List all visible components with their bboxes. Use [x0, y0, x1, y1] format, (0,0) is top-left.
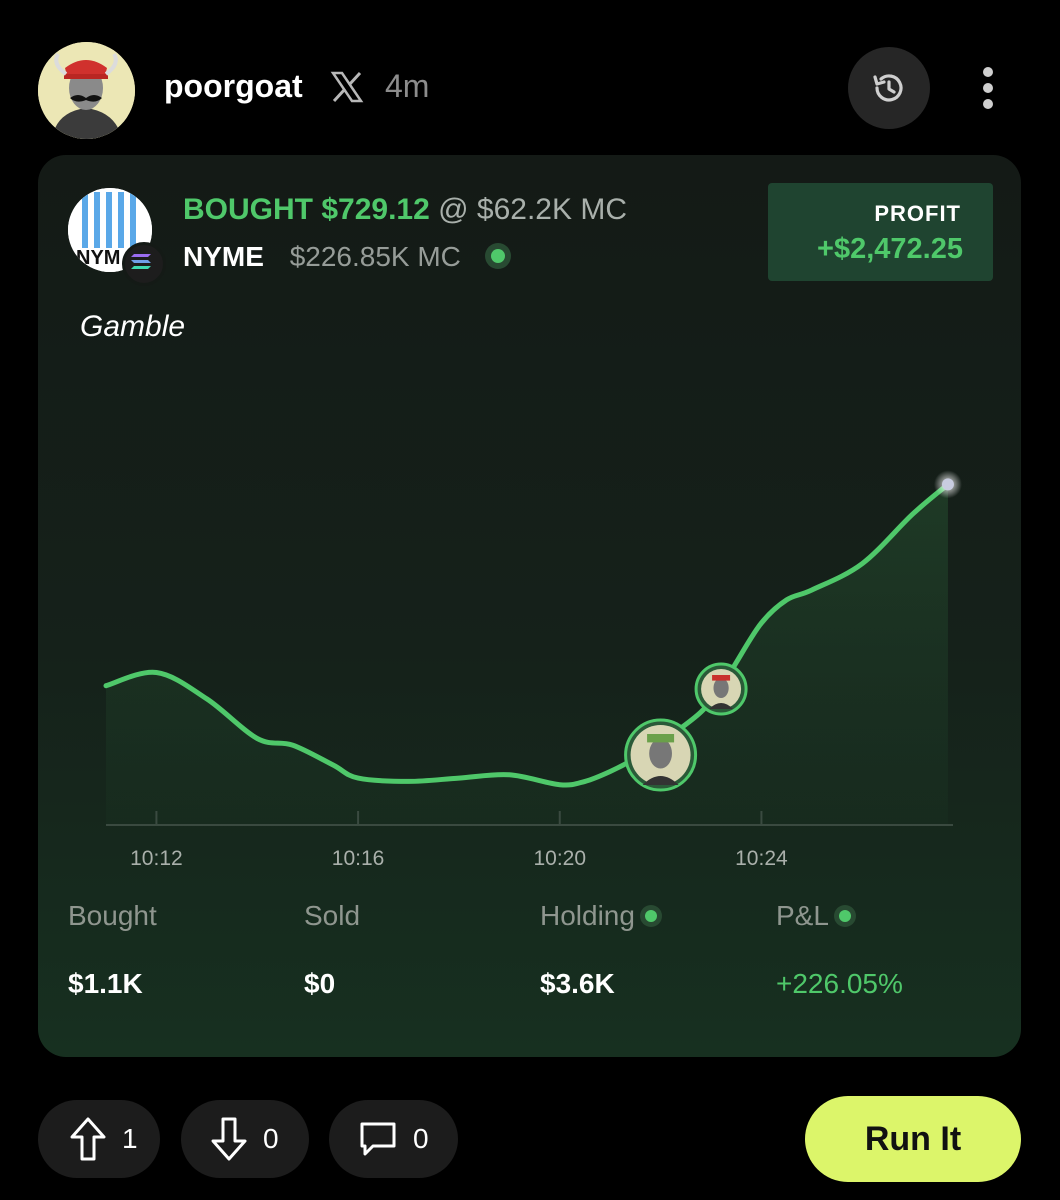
comment-icon — [360, 1122, 396, 1156]
trade-marker-hat — [712, 675, 731, 681]
run-it-button[interactable]: Run It — [805, 1096, 1021, 1182]
post-time: 4m — [385, 68, 430, 104]
stat-holding: Holding $3.6K — [540, 900, 770, 1000]
trade-marker-face — [649, 738, 672, 769]
upvote-count: 1 — [122, 1123, 138, 1154]
x-tick-label: 10:20 — [533, 847, 586, 870]
arrow-up-icon — [70, 1117, 106, 1161]
chart-area-fill — [106, 484, 948, 825]
trade-stats: Bought $1.1K Sold $0 Holding $3.6K P&L +… — [68, 900, 998, 1010]
more-vertical-icon — [983, 67, 993, 109]
trade-marker-hat — [647, 734, 675, 743]
x-tick-label: 10:24 — [735, 847, 788, 870]
user-avatar[interactable] — [38, 42, 135, 139]
x-logo-icon[interactable] — [330, 70, 364, 104]
trade-marker-face — [713, 678, 729, 698]
history-button[interactable] — [848, 47, 930, 129]
status-dot — [644, 909, 657, 922]
downvote-button[interactable]: 0 — [181, 1100, 309, 1178]
x-tick-label: 10:16 — [332, 847, 385, 870]
username[interactable]: poorgoat — [164, 68, 303, 105]
stat-pnl: P&L +226.05% — [776, 900, 1006, 1000]
stat-bought: Bought $1.1K — [68, 900, 298, 1000]
downvote-count: 0 — [263, 1123, 279, 1154]
stat-value: $1.1K — [68, 968, 143, 999]
stat-label: Sold — [304, 900, 361, 931]
line-end-point — [941, 478, 954, 491]
stat-value: $0 — [304, 968, 336, 999]
trade-card[interactable]: NYM BOUGHT $729.12 @ $62.2K MC NYME $226… — [38, 155, 1021, 1057]
arrow-down-icon — [211, 1117, 247, 1161]
post-header: poorgoat 4m — [0, 0, 1060, 150]
stat-value: $3.6K — [540, 968, 615, 999]
more-options-button[interactable] — [968, 60, 1008, 116]
stat-label: P&L — [776, 900, 1006, 932]
stat-sold: Sold $0 — [304, 900, 534, 1000]
x-tick-label: 10:12 — [130, 847, 183, 870]
stat-label: Bought — [68, 900, 157, 931]
status-dot — [838, 909, 851, 922]
history-icon — [873, 74, 903, 102]
stat-value: +226.05% — [776, 968, 903, 999]
comment-count: 0 — [413, 1123, 429, 1154]
stat-label: Holding — [540, 900, 770, 932]
upvote-button[interactable]: 1 — [38, 1100, 160, 1178]
comment-button[interactable]: 0 — [329, 1100, 458, 1178]
